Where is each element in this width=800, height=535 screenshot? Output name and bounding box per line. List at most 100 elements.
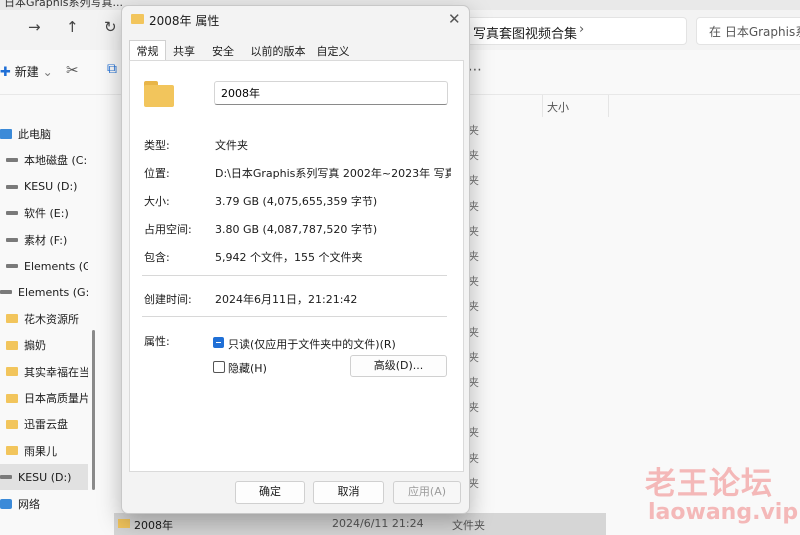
sidebar-scrollbar[interactable] (92, 330, 95, 490)
column-header-size[interactable]: 大小 (547, 99, 569, 115)
watermark-text: 老王论坛 (645, 466, 773, 502)
sidebar-item[interactable]: KESU (D:) (0, 464, 88, 491)
refresh-icon[interactable]: ↻ (104, 18, 117, 36)
type-label: 类型: (144, 139, 170, 152)
sidebar-item-label: 迅雷云盘 (24, 418, 68, 432)
sidebar-item-label: 此电脑 (18, 128, 51, 141)
ok-button[interactable]: 确定 (235, 481, 305, 504)
copy-icon[interactable]: ⧉ (107, 61, 117, 77)
sidebar-item[interactable]: 网络 (0, 491, 88, 517)
new-button[interactable]: ✚ 新建 ⌄ (0, 63, 53, 80)
sidebar-item[interactable]: KESU (D:) (0, 174, 88, 200)
sidebar-item-label: 花木资源所 (24, 312, 79, 326)
type-value: 文件夹 (215, 139, 248, 152)
properties-dialog: 2008年 属性 ✕ 常规 共享 安全 以前的版本 自定义 类型: 文件夹 位置… (121, 5, 470, 514)
sidebar-item[interactable]: 搧奶 (0, 332, 88, 358)
folder-icon (118, 519, 130, 528)
address-bar[interactable]: 写真套图视频合集 › (460, 17, 687, 45)
sidebar-item-label: 其实幸福在当下 (24, 365, 88, 379)
sidebar-item[interactable]: 迅雷云盘 (0, 411, 88, 437)
dialog-title: 2008年 属性 (149, 14, 220, 28)
tab-previous-versions[interactable]: 以前的版本 (245, 41, 311, 59)
general-tab-panel: 类型: 文件夹 位置: D:\日本Graphis系列写真 2002年~2023年… (129, 60, 464, 472)
column-divider[interactable] (542, 95, 543, 117)
readonly-checkbox[interactable] (213, 337, 224, 348)
hidden-label[interactable]: 隐藏(H) (228, 360, 267, 376)
folder-icon (131, 14, 144, 24)
drive-icon (0, 290, 12, 295)
folder-icon (6, 314, 18, 324)
plus-icon: ✚ (0, 65, 11, 80)
tab-sharing[interactable]: 共享 (167, 41, 201, 59)
table-row[interactable]: 2008年 2024/6/11 21:24 文件夹 (114, 513, 606, 535)
drive-icon (6, 211, 18, 216)
drive-icon (6, 237, 18, 242)
sidebar-item[interactable]: 雨果儿 (0, 438, 88, 464)
sidebar-item[interactable]: 其实幸福在当下 (0, 359, 88, 385)
column-divider[interactable] (608, 95, 609, 117)
sidebar-item-label: 软件 (E:) (24, 207, 69, 221)
sidebar-item-label: 素材 (F:) (24, 233, 68, 247)
divider (142, 316, 447, 317)
sidebar-item[interactable]: Elements (G:) (0, 279, 88, 305)
sidebar-item-label: 搧奶 (24, 339, 46, 353)
sidebar-item-label: 本地磁盘 (C:) (24, 154, 88, 168)
disk-size-label: 占用空间: (144, 223, 192, 236)
created-label: 创建时间: (144, 293, 192, 306)
folder-icon (144, 81, 174, 107)
up-icon[interactable]: ↑ (66, 18, 79, 36)
breadcrumb-current[interactable]: 写真套图视频合集 (473, 23, 577, 42)
sidebar-item[interactable]: 软件 (E:) (0, 200, 88, 226)
hidden-checkbox[interactable] (213, 361, 225, 373)
sidebar-item[interactable]: Elements (G:) (0, 253, 88, 279)
window-title: 日本Graphis系列写真... (4, 0, 124, 9)
folder-icon (6, 446, 18, 456)
sidebar-item[interactable]: 花木资源所 (0, 306, 88, 332)
attributes-label: 属性: (144, 335, 170, 348)
created-value: 2024年6月11日，21:21:42 (215, 293, 358, 306)
navigation-pane: 此电脑本地磁盘 (C:) KESU (D:) 软件 (E:) 素材 (F:) Eleme… (0, 95, 88, 535)
sidebar-item[interactable]: 素材 (F:) (0, 227, 88, 253)
size-value: 3.79 GB (4,075,655,359 字节) (215, 195, 378, 208)
dialog-titlebar[interactable]: 2008年 属性 ✕ (122, 6, 469, 36)
pc-icon (0, 129, 12, 139)
row-date: 2024/6/11 21:24 (332, 517, 424, 530)
contains-value: 5,942 个文件，155 个文件夹 (215, 251, 363, 264)
sidebar-item[interactable]: 本地磁盘 (C:) (0, 147, 88, 173)
sidebar-item-label: KESU (D:) (18, 470, 72, 484)
search-input[interactable]: 在 日本Graphis系列 (696, 17, 800, 45)
chevron-right-icon[interactable]: › (579, 22, 584, 37)
sidebar-item[interactable]: 此电脑 (0, 121, 88, 147)
size-label: 大小: (144, 195, 170, 208)
folder-name-field[interactable] (214, 81, 448, 105)
drive-icon (6, 184, 18, 189)
disk-size-value: 3.80 GB (4,087,787,520 字节) (215, 223, 378, 236)
tab-general[interactable]: 常规 (129, 40, 166, 60)
drive-icon (0, 475, 12, 480)
folder-icon (6, 340, 18, 350)
row-name: 2008年 (134, 519, 173, 532)
advanced-button[interactable]: 高级(D)... (350, 355, 447, 377)
drive-icon (6, 158, 18, 163)
folder-icon (6, 419, 18, 429)
watermark-url: laowang.vip (648, 500, 799, 525)
sidebar-item[interactable]: 日本高质量片子 (0, 385, 88, 411)
forward-icon[interactable]: → (28, 18, 41, 36)
divider (142, 275, 447, 276)
chevron-down-icon: ⌄ (42, 65, 53, 79)
new-button-label: 新建 (14, 65, 39, 79)
cancel-button[interactable]: 取消 (313, 481, 384, 504)
readonly-label[interactable]: 只读(仅应用于文件夹中的文件)(R) (228, 336, 396, 352)
cut-icon[interactable]: ✂ (66, 61, 79, 79)
sidebar-item-label: Elements (G:) (18, 285, 88, 299)
close-icon[interactable]: ✕ (448, 10, 461, 28)
sidebar-item-label: KESU (D:) (24, 180, 78, 194)
sidebar-item-label: Elements (G:) (24, 259, 88, 273)
location-value: D:\日本Graphis系列写真 2002年~2023年 写真套图视 (215, 167, 451, 180)
tab-customize[interactable]: 自定义 (313, 41, 353, 59)
apply-button[interactable]: 应用(A) (393, 481, 461, 504)
more-icon[interactable]: ⋯ (468, 62, 482, 78)
tab-security[interactable]: 安全 (205, 41, 241, 59)
sidebar-item-label: 网络 (18, 497, 40, 511)
contains-label: 包含: (144, 251, 170, 264)
